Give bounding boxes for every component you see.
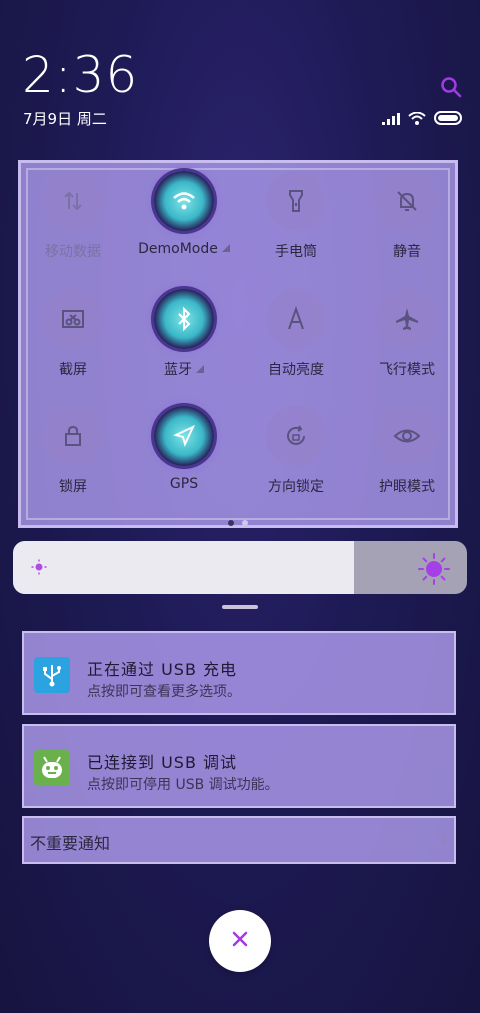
quick-tile-label-text: 截屏 [59,362,87,378]
quick-tile[interactable]: 方向锁定 [241,406,351,496]
quick-tile-label: GPS [129,476,239,492]
quick-tile[interactable]: 截屏 [18,289,128,379]
page-indicator [228,520,248,526]
quick-tile-label-text: 蓝牙 [164,362,192,378]
quick-tile-label-text: GPS [169,476,199,492]
drawer-handle[interactable] [222,605,258,609]
status-bar-icons [382,110,464,129]
data-arrows-icon [43,171,103,231]
quick-tile-label: 护眼模式 [352,476,462,496]
quick-tile-label-text: 锁屏 [59,479,87,495]
location-arrow-icon [154,406,214,466]
minor-notifications-row[interactable]: 不重要通知 › [22,816,456,864]
quick-tile-label-text: 手电筒 [275,244,317,260]
expand-triangle-icon[interactable] [221,244,230,252]
clock: 2:36 [22,46,139,104]
airplane-icon [377,289,437,349]
quick-tile[interactable]: DemoMode [129,171,239,257]
page-dot [228,520,234,526]
wifi-icon [154,171,214,231]
rotation-lock-icon [266,406,326,466]
page-dot [242,520,248,526]
notification-body: 点按即可停用 USB 调试功能。 [87,777,279,793]
quick-tile[interactable]: GPS [129,406,239,492]
lock-icon [43,406,103,466]
quick-tile-label: 自动亮度 [241,359,351,379]
wifi-status-icon [408,110,426,129]
brightness-high-icon [418,553,450,589]
quick-tile[interactable]: 锁屏 [18,406,128,496]
notification-usb-debugging[interactable]: 已连接到 USB 调试 点按即可停用 USB 调试功能。 [22,724,456,808]
signal-icon [382,110,400,129]
battery-icon [434,110,464,129]
date: 7月9日 周二 [23,110,107,128]
quick-tile[interactable]: 蓝牙 [129,289,239,379]
clear-notifications-button[interactable] [209,910,271,972]
flashlight-icon [266,171,326,231]
brightness-slider[interactable] [13,541,467,594]
quick-tile[interactable]: 移动数据 [18,171,128,261]
quick-tile-label-text: 移动数据 [45,244,101,260]
eye-icon [377,406,437,466]
quick-tile-label: 方向锁定 [241,476,351,496]
quick-tile-label: 移动数据 [18,241,128,261]
quick-tile-label: DemoMode [129,241,239,257]
quick-tile[interactable]: 飞行模式 [352,289,462,379]
quick-tile-label-text: 护眼模式 [379,479,435,495]
quick-tile-label-text: 静音 [393,244,421,260]
notification-title: 已连接到 USB 调试 [87,753,238,772]
bluetooth-icon [154,289,214,349]
quick-tile-label: 锁屏 [18,476,128,496]
bell-off-icon [377,171,437,231]
quick-tile-label-text: 方向锁定 [268,479,324,495]
quick-tile[interactable]: 自动亮度 [241,289,351,379]
minor-notifications-label: 不重要通知 [30,834,111,853]
quick-tile-label: 蓝牙 [129,359,239,379]
quick-tile[interactable]: 护眼模式 [352,406,462,496]
close-icon [231,930,249,952]
usb-icon [34,657,70,693]
brightness-fill [13,541,354,594]
screenshot-icon [43,289,103,349]
quick-tile-label-text: DemoMode [138,241,218,257]
expand-triangle-icon[interactable] [196,365,204,373]
chevron-right-icon: › [440,830,448,851]
quick-tile[interactable]: 手电筒 [241,171,351,261]
quick-tile-label: 静音 [352,241,462,261]
notification-body: 点按即可查看更多选项。 [87,684,241,700]
notification-title: 正在通过 USB 充电 [87,660,238,679]
quick-tile-label-text: 飞行模式 [379,362,435,378]
quick-tile-label-text: 自动亮度 [268,362,324,378]
notification-usb-charging[interactable]: 正在通过 USB 充电 点按即可查看更多选项。 [22,631,456,715]
android-icon [34,750,70,786]
quick-tile-label: 手电筒 [241,241,351,261]
quick-tile[interactable]: 静音 [352,171,462,261]
auto-brightness-icon [266,289,326,349]
search-icon[interactable] [440,76,462,98]
brightness-low-icon [31,559,47,579]
quick-tile-label: 飞行模式 [352,359,462,379]
quick-tile-label: 截屏 [18,359,128,379]
